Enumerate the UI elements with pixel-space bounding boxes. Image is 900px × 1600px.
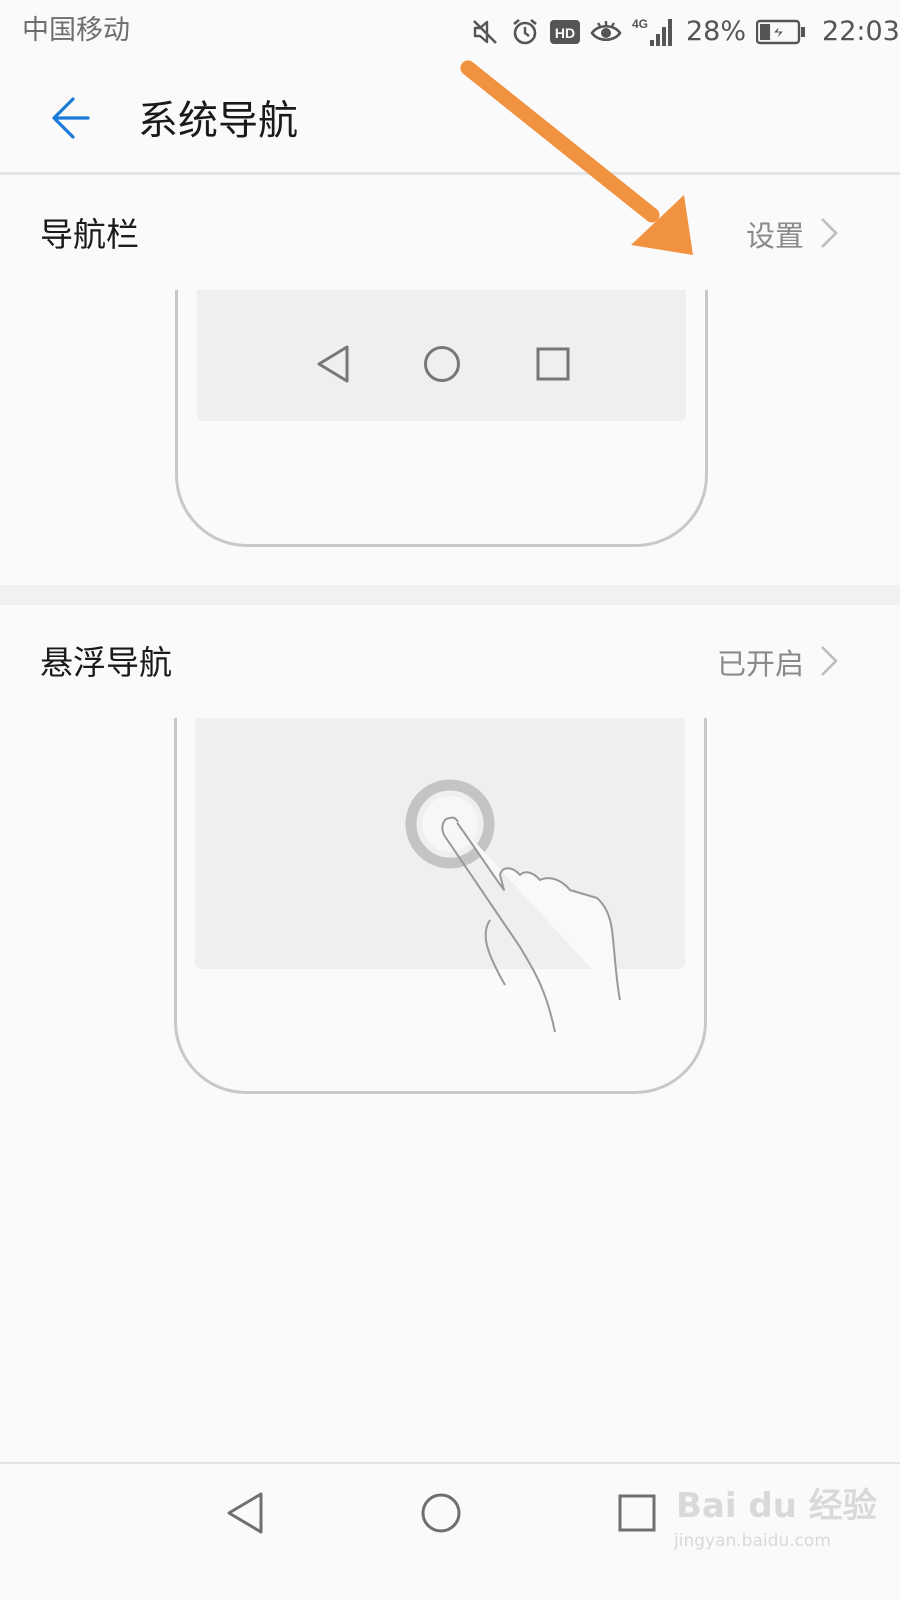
section-separator (0, 585, 900, 605)
eye-comfort-icon (590, 17, 622, 47)
signal-icon: 4G (632, 16, 676, 48)
system-back-button[interactable] (205, 1475, 285, 1555)
chevron-right-icon (818, 644, 840, 678)
carrier-name: 中国移动 (22, 15, 130, 46)
alarm-icon (510, 17, 540, 47)
system-home-button[interactable] (401, 1475, 481, 1555)
back-triangle-icon (225, 1491, 265, 1539)
mute-icon (470, 17, 500, 47)
hd-icon: HD (550, 19, 580, 45)
header-divider (0, 172, 900, 175)
home-circle-icon (423, 345, 461, 387)
svg-text:HD: HD (555, 25, 575, 41)
back-button[interactable] (36, 88, 100, 152)
watermark-logo: Bai du 经验 (676, 1486, 877, 1526)
status-icons: HD 4G 28% 22:03 (470, 12, 900, 52)
navigation-bar-setting-row[interactable]: 导航栏 设置 (0, 180, 900, 290)
floating-navigation-status[interactable]: 已开启 (717, 644, 804, 684)
arrow-left-icon (43, 93, 93, 147)
floating-navigation-title: 悬浮导航 (40, 643, 172, 682)
watermark-url: jingyan.baidu.com (674, 1531, 831, 1551)
back-triangle-icon (315, 344, 351, 388)
recents-square-icon (618, 1494, 656, 1536)
battery-percent: 28% (686, 16, 747, 47)
status-bar: 中国移动 HD 4G 28% 22:03 (0, 0, 900, 64)
battery-charging-icon (756, 19, 806, 45)
network-type-label: 4G (632, 17, 648, 31)
recents-square-icon (536, 347, 570, 385)
navigation-bar-title: 导航栏 (40, 215, 139, 254)
floating-navigation-row[interactable]: 悬浮导航 已开启 (0, 608, 900, 718)
home-circle-icon (420, 1492, 462, 1538)
navigation-bar-preview-screen (197, 290, 686, 421)
system-recents-button[interactable] (597, 1475, 677, 1555)
page-title: 系统导航 (138, 98, 298, 144)
bottom-divider (0, 1462, 900, 1464)
chevron-right-icon (818, 216, 840, 250)
clock: 22:03 (822, 16, 900, 47)
hand-tapping-floating-button-icon (400, 776, 660, 1050)
navigation-bar-settings-link[interactable]: 设置 (746, 216, 804, 256)
